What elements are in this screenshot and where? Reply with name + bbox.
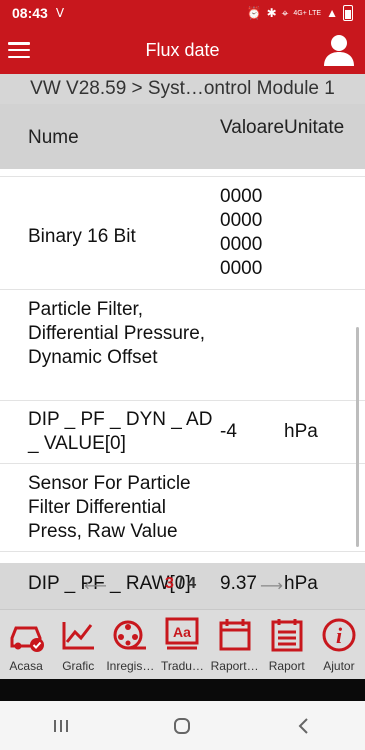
column-header-value: Valoare [220,117,285,138]
row-value: 0000 0000 0000 0000 [220,186,263,279]
next-page-arrow-icon[interactable]: ⟶ [260,576,283,596]
battery-icon [343,5,353,21]
translate-icon: Aa [165,617,199,650]
status-icons: ⏰ ✱ ⌖ 4G+ LTE ▲ [247,5,353,21]
toolbar-report-button[interactable]: Raport… [209,610,261,679]
table-row[interactable]: Particle Filter, Differential Pressure, … [0,290,365,401]
info-icon: i [322,618,356,652]
toolbar-home-button[interactable]: Acasa [0,610,52,679]
row-value: 9.37 [220,573,257,594]
alarm-icon: ⏰ [246,6,262,20]
toolbar-label: Raport… [210,659,259,673]
line-chart-icon [62,622,95,650]
page-current: 3 [165,575,174,592]
page-indicator: 3 / 4 [165,575,197,592]
toolbar-report-list-button[interactable]: Raport [261,610,313,679]
film-reel-icon [113,620,147,650]
user-avatar-icon[interactable] [321,32,357,68]
home-icon[interactable] [157,706,207,746]
report-list-icon [271,619,303,652]
toolbar-label: Tradu… [161,659,204,673]
status-time: 08:43 [12,5,48,21]
row-name: Particle Filter, Differential Pressure, … [28,299,206,368]
table-row[interactable]: Sensor For Particle Filter Differential … [0,464,365,552]
toolbar-label: Inregis… [106,659,155,673]
page-total: 4 [187,575,197,592]
row-value: -4 [220,421,237,442]
row-unit: hPa [284,421,318,442]
table-row[interactable]: Binary 16 Bit 0000 0000 0000 0000 [0,177,365,290]
scrollbar[interactable] [356,327,359,547]
breadcrumb: VW V28.59 > Syst…ontrol Module 1 [0,74,365,104]
toolbar-translate-button[interactable]: Aa Tradu… [156,610,208,679]
menu-icon[interactable] [8,42,30,58]
table-row-selected[interactable]: DIP _ PF _ RAW[0] 9.37 hPa ⟵ 3 / 4 ⟶ [0,563,365,609]
system-nav-bar [0,701,365,750]
network-type-icon: 4G+ LTE [293,9,322,17]
recent-apps-icon[interactable] [36,706,86,746]
car-check-icon [10,626,45,652]
location-icon: ⌖ [281,5,289,20]
toolbar-record-button[interactable]: Inregis… [104,610,156,679]
app-bar: Flux date [0,26,365,74]
calendar-report-icon [219,619,251,651]
toolbar-label: Ajutor [323,659,355,673]
row-name: DIP _ PF _ DYN _ AD _ VALUE[0] [28,409,213,454]
table-row[interactable]: DIP _ PF _ DYN _ AD _ VALUE[0] -4 hPa [0,401,365,464]
back-icon[interactable] [279,706,329,746]
toolbar-graph-button[interactable]: Grafic [52,610,104,679]
toolbar-label: Grafic [62,659,95,673]
page-title: Flux date [145,39,220,60]
table-row-partial [0,169,365,177]
toolbar-label: Acasa [9,659,43,673]
usb-debug-icon: ᐯ [55,6,65,20]
svg-text:Aa: Aa [174,624,192,640]
row-name: Sensor For Particle Filter Differential … [28,473,191,542]
toolbar-help-button[interactable]: i Ajutor [313,610,365,679]
svg-text:i: i [336,623,343,648]
bottom-toolbar: Acasa Grafic Inregis… Aa Tradu… Raport… … [0,609,365,679]
bluetooth-icon: ✱ [266,6,277,20]
row-name: Binary 16 Bit [28,226,136,247]
table-body[interactable]: Binary 16 Bit 0000 0000 0000 0000 Partic… [0,169,365,563]
signal-icon: ▲ [326,6,338,20]
status-bar: 08:43 ᐯ ⏰ ✱ ⌖ 4G+ LTE ▲ [0,0,365,26]
column-header-name: Nume [28,127,79,148]
row-unit: hPa [284,573,318,594]
toolbar-label: Raport [268,659,305,673]
prev-page-arrow-icon[interactable]: ⟵ [84,576,107,596]
table-header: Nume Valoare Unitate [0,104,365,169]
divider [0,679,365,701]
column-header-unit: Unitate [284,117,345,138]
